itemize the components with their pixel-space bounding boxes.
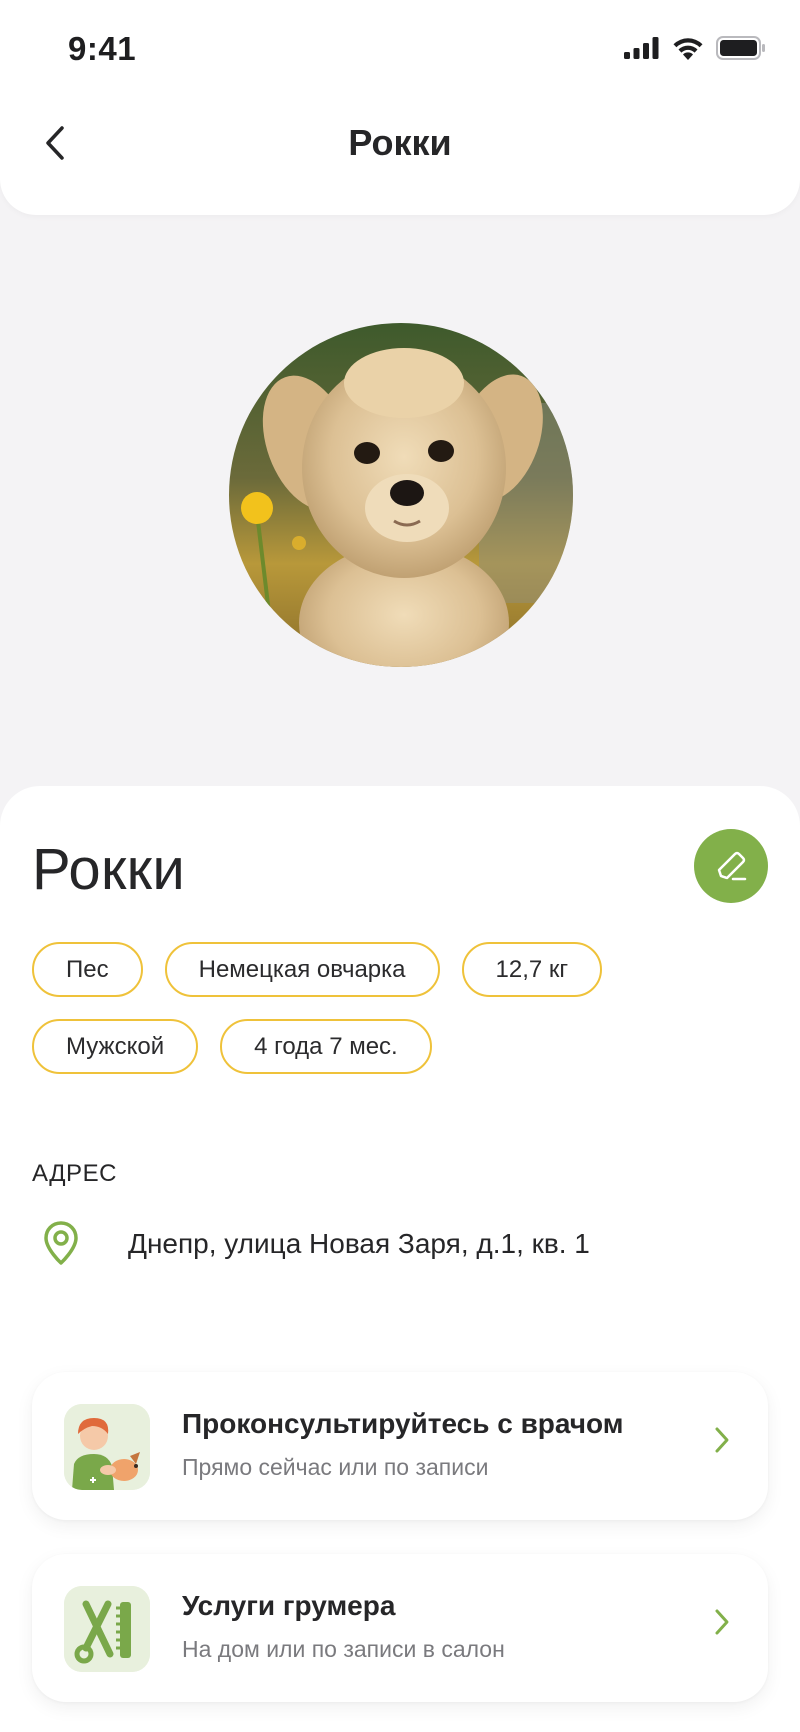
vet-consultation-card[interactable]: Проконсультируйтесь с врачом Прямо сейча… bbox=[32, 1372, 768, 1520]
status-bar: 9:41 bbox=[0, 0, 800, 100]
service-subtitle: На дом или по записи в салон bbox=[182, 1636, 505, 1662]
service-title: Проконсультируйтесь с врачом bbox=[182, 1408, 624, 1439]
vet-doctor-icon bbox=[64, 1404, 150, 1490]
chevron-right-icon bbox=[715, 1427, 729, 1453]
tag-breed: Немецкая овчарка bbox=[164, 942, 440, 997]
address-section-label: АДРЕС bbox=[32, 1160, 117, 1187]
status-time: 9:41 bbox=[68, 30, 137, 67]
pet-name: Рокки bbox=[32, 837, 186, 902]
cellular-signal-icon bbox=[624, 37, 659, 59]
service-subtitle: Прямо сейчас или по записи bbox=[182, 1454, 489, 1480]
location-pin-icon bbox=[44, 1221, 78, 1265]
tag-species: Пес bbox=[32, 942, 143, 997]
chevron-right-icon bbox=[715, 1609, 729, 1635]
pet-avatar bbox=[229, 323, 573, 667]
tag-weight: 12,7 кг bbox=[461, 942, 603, 997]
tag-sex: Мужской bbox=[32, 1019, 199, 1074]
battery-icon bbox=[716, 36, 765, 60]
address-value: Днепр, улица Новая Заря, д.1, кв. 1 bbox=[128, 1228, 590, 1259]
grooming-tools-icon bbox=[64, 1586, 150, 1672]
pencil-icon bbox=[717, 851, 747, 881]
header: 9:41 Рокки bbox=[0, 0, 800, 215]
tag-row: Мужской 4 года 7 мес. bbox=[32, 1019, 772, 1074]
page-title: Рокки bbox=[348, 122, 452, 163]
dog-photo bbox=[229, 323, 573, 667]
edit-button[interactable] bbox=[694, 829, 768, 903]
address-row: Днепр, улица Новая Заря, д.1, кв. 1 bbox=[32, 1216, 772, 1276]
status-icons bbox=[624, 36, 766, 60]
tag-age: 4 года 7 мес. bbox=[220, 1019, 432, 1074]
tag-row: Пес Немецкая овчарка 12,7 кг bbox=[32, 942, 772, 997]
service-title: Услуги грумера bbox=[182, 1590, 396, 1621]
groomer-services-card[interactable]: Услуги грумера На дом или по записи в са… bbox=[32, 1554, 768, 1702]
nav-bar: Рокки bbox=[0, 100, 800, 190]
pet-tags: Пес Немецкая овчарка 12,7 кг Мужской 4 г… bbox=[32, 942, 772, 1096]
wifi-icon bbox=[673, 38, 703, 60]
pet-details-card: Рокки Пес Немецкая овчарка 12,7 кг Мужск… bbox=[0, 786, 800, 1732]
